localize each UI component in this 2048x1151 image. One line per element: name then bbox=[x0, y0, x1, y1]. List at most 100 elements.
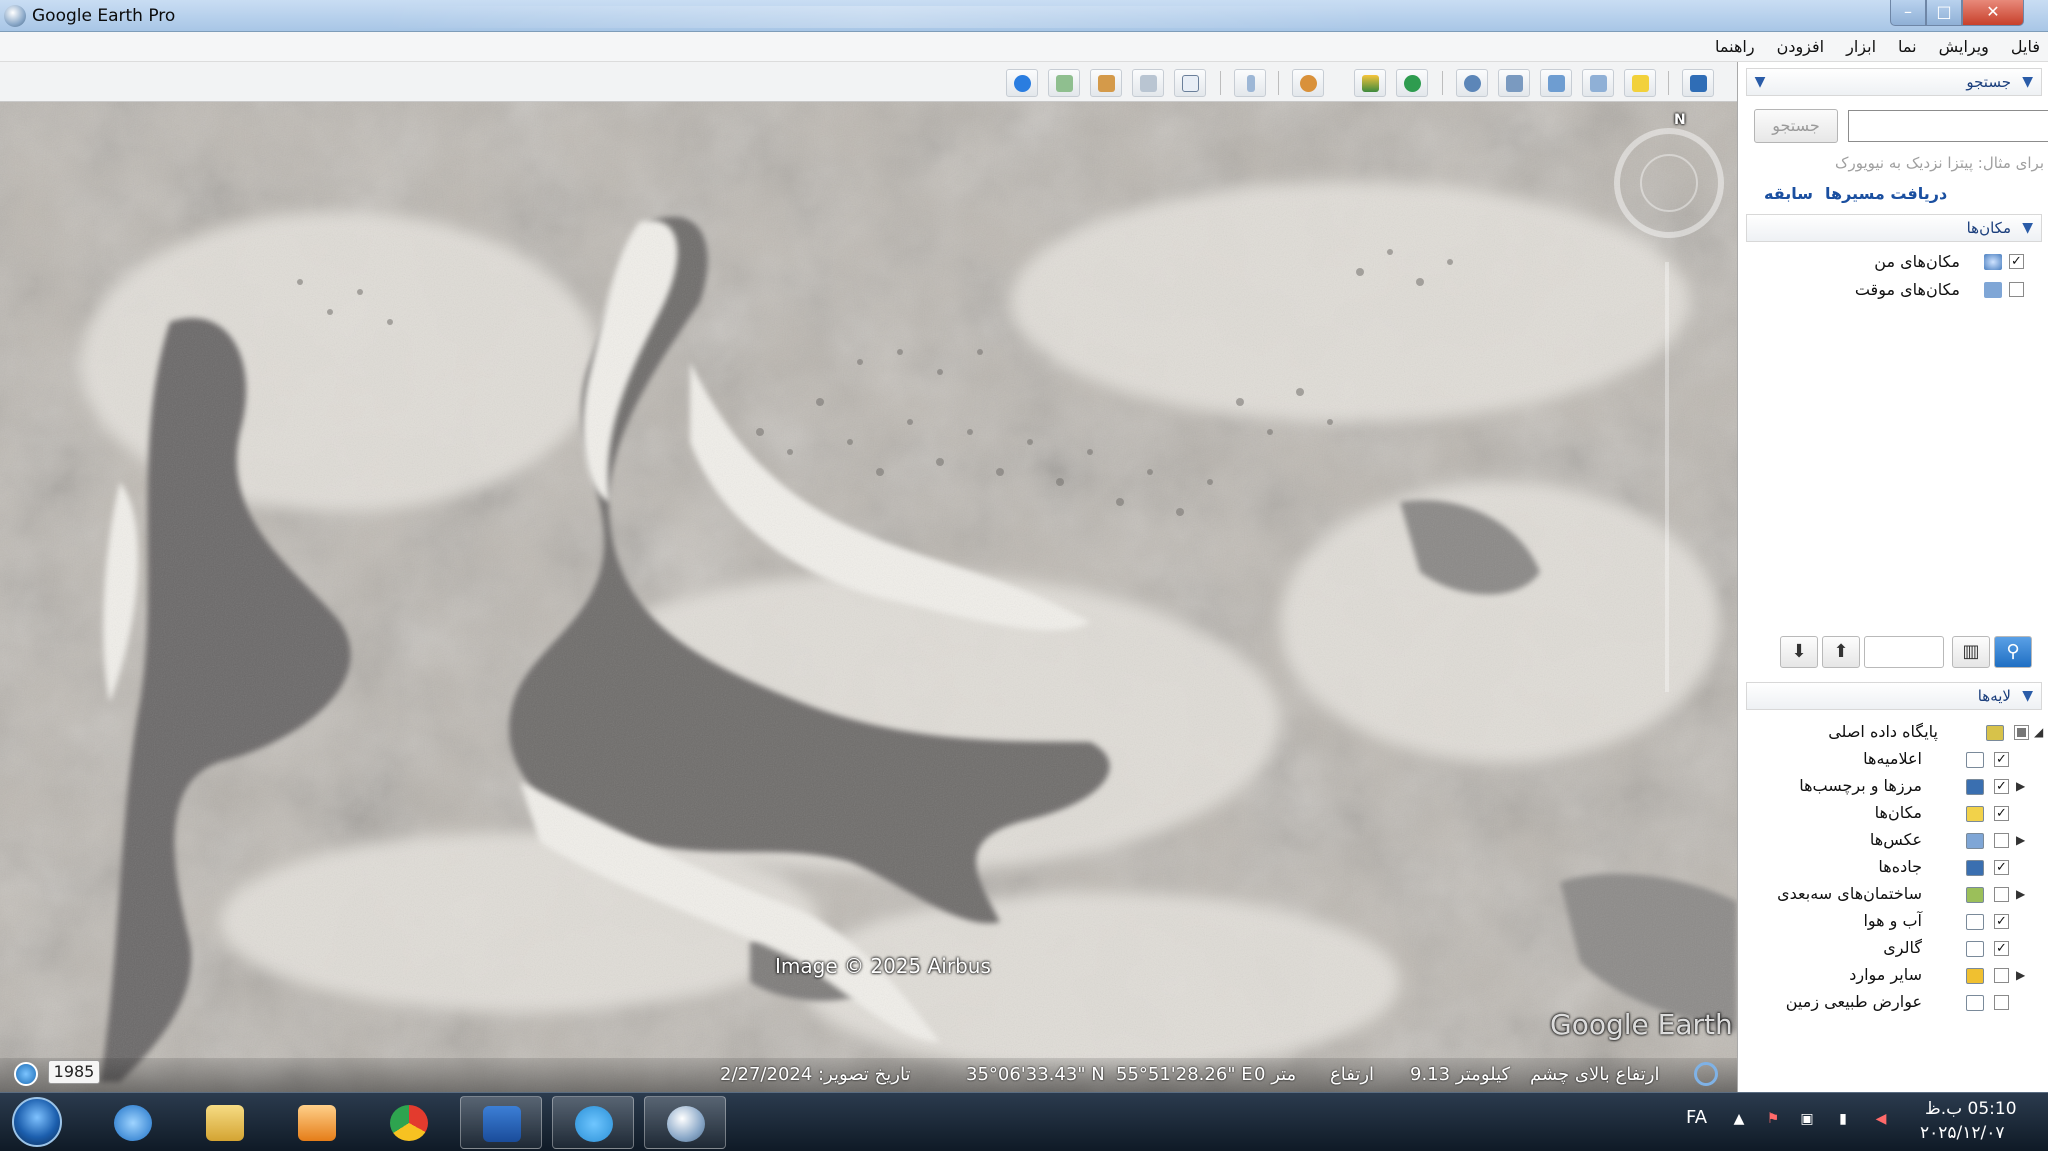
my-places-checkbox[interactable]: ✓ bbox=[2009, 254, 2024, 269]
layer-item[interactable]: آب و هوا bbox=[1863, 911, 1952, 935]
search-button[interactable]: جستجو bbox=[1754, 109, 1838, 143]
layer-item[interactable]: پایگاه داده اصلی bbox=[1828, 722, 1968, 746]
historical-imagery-clock-icon[interactable] bbox=[14, 1062, 38, 1086]
layer-checkbox[interactable]: ✓ bbox=[1994, 779, 2009, 794]
menu-tools[interactable]: ابزار bbox=[1846, 37, 1876, 56]
layer-item-label: عکس‌ها bbox=[1869, 830, 1922, 849]
collapse-triangle-icon[interactable]: ▼ bbox=[2022, 688, 2033, 704]
print-icon[interactable] bbox=[1132, 69, 1164, 97]
layer-checkbox[interactable] bbox=[2014, 725, 2029, 740]
layer-checkbox[interactable]: ✓ bbox=[1994, 914, 2009, 929]
layers-panel-header[interactable]: ▼ لایه‌ها bbox=[1746, 682, 2042, 710]
media-player-taskbar-icon[interactable] bbox=[276, 1096, 358, 1149]
expand-arrow-icon[interactable]: ▶ bbox=[2016, 779, 2025, 793]
imagery-start-year[interactable]: 1985 bbox=[48, 1060, 100, 1084]
layer-item[interactable]: عوارض طبیعی زمین bbox=[1786, 992, 1952, 1016]
menu-view[interactable]: نما bbox=[1898, 37, 1917, 56]
search-hint: برای مثال: پیتزا نزدیک به نیویورک bbox=[1835, 154, 2044, 172]
layer-item[interactable]: سایر موارد bbox=[1849, 965, 1952, 989]
layer-item-label: عوارض طبیعی زمین bbox=[1785, 992, 1922, 1011]
input-language[interactable]: FA bbox=[1686, 1107, 1707, 1128]
layer-checkbox[interactable] bbox=[1994, 968, 2009, 983]
get-directions-link[interactable]: دریافت مسیرها bbox=[1825, 184, 1947, 203]
menu-file[interactable]: فایل bbox=[2011, 37, 2040, 56]
layer-checkbox[interactable]: ✓ bbox=[1994, 806, 2009, 821]
close-button[interactable]: ✕ bbox=[1962, 0, 2024, 26]
layer-checkbox[interactable]: ✓ bbox=[1994, 941, 2009, 956]
places-filter-input[interactable] bbox=[1864, 636, 1944, 668]
history-link[interactable]: سابقه bbox=[1764, 184, 1813, 203]
menu-add[interactable]: افزودن bbox=[1777, 37, 1825, 56]
show-hidden-icons[interactable]: ▲ bbox=[1730, 1111, 1748, 1129]
look-joystick[interactable] bbox=[1640, 154, 1698, 212]
placemark-icon[interactable] bbox=[1624, 69, 1656, 97]
temporary-places-checkbox[interactable] bbox=[2009, 282, 2024, 297]
menu-help[interactable]: راهنما bbox=[1715, 37, 1755, 56]
word-taskbar-icon[interactable] bbox=[460, 1096, 542, 1149]
chrome-taskbar-icon[interactable] bbox=[368, 1096, 450, 1149]
layer-checkbox[interactable]: ✓ bbox=[1994, 752, 2009, 767]
collapse-triangle-icon[interactable]: ▼ bbox=[2022, 220, 2033, 236]
layer-checkbox[interactable]: ✓ bbox=[1994, 860, 2009, 875]
zoom-slider[interactable] bbox=[1665, 262, 1669, 692]
path-icon[interactable] bbox=[1540, 69, 1572, 97]
layer-item[interactable]: مرزها و برچسب‌ها bbox=[1799, 776, 1952, 800]
layer-checkbox[interactable] bbox=[1994, 833, 2009, 848]
layer-item[interactable]: ساختمان‌های سه‌بعدی bbox=[1777, 884, 1952, 908]
search-panel-header[interactable]: ▼ جستجو bbox=[1746, 68, 2042, 96]
save-image-icon[interactable] bbox=[1090, 69, 1122, 97]
telegram-taskbar-icon[interactable] bbox=[552, 1096, 634, 1149]
sidebar-toggle-icon[interactable] bbox=[1682, 69, 1714, 97]
google-earth-watermark: Google Earth bbox=[1550, 1008, 1733, 1041]
search-input[interactable] bbox=[1848, 110, 2048, 142]
maximize-button[interactable]: □ bbox=[1926, 0, 1962, 26]
network-signal-icon[interactable]: ▮ bbox=[1834, 1111, 1852, 1129]
image-overlay-icon[interactable] bbox=[1498, 69, 1530, 97]
expand-arrow-icon[interactable]: ▶ bbox=[2016, 968, 2025, 982]
places-toolbar: ⚲ ▥ ⬆ ⬇ bbox=[1746, 632, 2042, 672]
layer-item[interactable]: جاده‌ها bbox=[1878, 857, 1952, 881]
toolbar bbox=[0, 62, 1737, 102]
search-expand-icon[interactable]: ▼ bbox=[1746, 68, 1774, 96]
move-up-button[interactable]: ⬆ bbox=[1822, 636, 1860, 668]
places-panel-header[interactable]: ▼ مکان‌ها bbox=[1746, 214, 2042, 242]
search-places-icon[interactable]: ⚲ bbox=[1994, 636, 2032, 668]
ruler-icon[interactable] bbox=[1234, 69, 1266, 97]
start-button[interactable] bbox=[12, 1097, 62, 1147]
polygon-icon[interactable] bbox=[1582, 69, 1614, 97]
clock-date[interactable]: ۲۰۲۵/۱۲/۰۷ bbox=[1920, 1123, 2005, 1143]
record-tour-icon[interactable] bbox=[1456, 69, 1488, 97]
volume-muted-icon[interactable]: ◀ bbox=[1872, 1111, 1890, 1129]
places-item-temporary-places[interactable]: مکان‌های موقت bbox=[1855, 280, 1988, 304]
historical-imagery-icon[interactable] bbox=[1396, 69, 1428, 97]
file-explorer-taskbar-icon[interactable] bbox=[184, 1096, 266, 1149]
internet-explorer-taskbar-icon[interactable] bbox=[92, 1096, 174, 1149]
layer-checkbox[interactable] bbox=[1994, 887, 2009, 902]
email-icon[interactable] bbox=[1174, 69, 1206, 97]
imagery-attribution: Image © 2025 Airbus bbox=[775, 954, 991, 978]
map-view[interactable]: N Image © 2025 Airbus Google Earth bbox=[0, 102, 1737, 1092]
menu-edit[interactable]: ویرایش bbox=[1939, 37, 1989, 56]
layer-icon bbox=[1966, 779, 1984, 795]
layer-item[interactable]: عکس‌ها bbox=[1870, 830, 1952, 854]
move-down-button[interactable]: ⬇ bbox=[1780, 636, 1818, 668]
view-in-maps-icon[interactable] bbox=[1048, 69, 1080, 97]
layer-checkbox[interactable] bbox=[1994, 995, 2009, 1010]
planets-icon[interactable] bbox=[1292, 69, 1324, 97]
collapse-triangle-icon[interactable]: ▼ bbox=[2022, 74, 2033, 90]
clock-time[interactable]: 05:10 ب.ظ bbox=[1925, 1099, 2017, 1119]
web-icon[interactable] bbox=[1006, 69, 1038, 97]
panel-toggle-icon[interactable]: ▥ bbox=[1952, 636, 1990, 668]
google-earth-pro-taskbar-icon[interactable] bbox=[644, 1096, 726, 1149]
layer-item[interactable]: مکان‌ها bbox=[1875, 803, 1952, 827]
action-center-flag-icon[interactable]: ⚑ bbox=[1764, 1111, 1782, 1129]
minimize-button[interactable]: – bbox=[1890, 0, 1926, 26]
layer-item[interactable]: اعلامیه‌ها bbox=[1863, 749, 1952, 773]
expand-arrow-icon[interactable]: ▶ bbox=[2016, 833, 2025, 847]
expand-arrow-icon[interactable]: ▶ bbox=[2016, 887, 2025, 901]
sunlight-icon[interactable] bbox=[1354, 69, 1386, 97]
layer-item[interactable]: گالری bbox=[1883, 938, 1952, 962]
places-item-my-places[interactable]: مکان‌های من bbox=[1874, 252, 1988, 276]
device-icon[interactable]: ▣ bbox=[1798, 1111, 1816, 1129]
expand-arrow-icon[interactable]: ◢ bbox=[2034, 725, 2043, 739]
